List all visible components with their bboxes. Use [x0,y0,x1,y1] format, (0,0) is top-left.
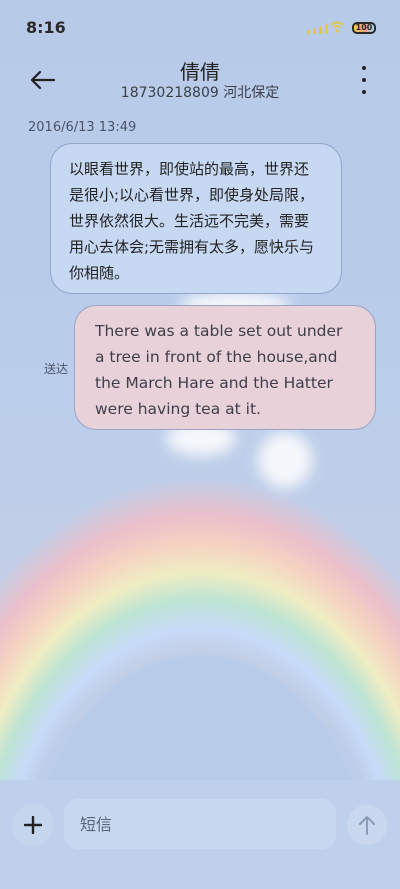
add-attachment-button[interactable] [12,804,54,846]
battery-icon: 100 [352,22,376,34]
more-options-button[interactable] [354,66,374,94]
conversation-header: 倩倩 18730218809 河北保定 [0,56,400,116]
message-input[interactable] [64,799,336,849]
arrow-up-icon [359,816,375,835]
contact-name: 倩倩 [180,60,220,84]
message-timestamp: 2016/6/13 13:49 [28,120,137,135]
status-time: 8:16 [26,18,66,37]
sent-message-bubble[interactable]: There was a table set out under a tree i… [74,305,376,430]
contact-detail: 18730218809 河北保定 [120,85,280,101]
received-message-bubble[interactable]: 以眼看世界，即使站的最高，世界还是很小;以心看世界，即使身处局限，世界依然很大。… [50,143,342,294]
sent-message-text: There was a table set out under a tree i… [95,322,343,418]
plus-icon [24,816,42,834]
message-composer [0,780,400,889]
signal-icon [307,24,328,34]
status-bar: 8:16 100 [0,0,400,56]
heart-cloud-decoration [258,432,312,488]
received-message-text: 以眼看世界，即使站的最高，世界还是很小;以心看世界，即使身处局限，世界依然很大。… [69,160,315,282]
send-button[interactable] [347,805,387,845]
wifi-icon [330,21,344,33]
more-vertical-icon [362,66,366,70]
delivery-status: 送达 [44,362,69,376]
